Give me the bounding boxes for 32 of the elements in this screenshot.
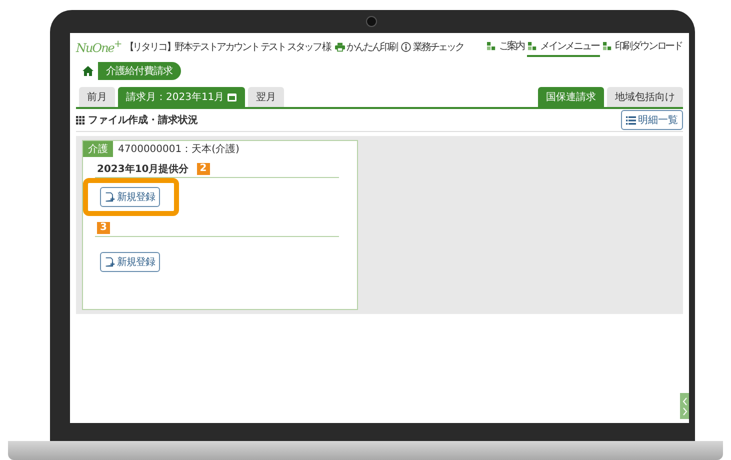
billing-type-tab[interactable]: 地域包括向け bbox=[607, 87, 683, 107]
month-tab[interactable]: 請求月：2023年11月 bbox=[118, 87, 246, 107]
service-tag: 介護 bbox=[83, 141, 113, 157]
new-registration-button[interactable]: 新規登録 bbox=[100, 187, 160, 207]
billing-type-tab[interactable]: 国保連請求 bbox=[538, 87, 604, 107]
month-tab[interactable]: 前月 bbox=[79, 87, 115, 107]
office-name: 4700000001：天本(介護) bbox=[118, 142, 240, 156]
nav-item[interactable]: 印刷ダウンロード bbox=[602, 37, 683, 57]
period-title: 2023年10月提供分 bbox=[97, 162, 189, 176]
info-icon[interactable] bbox=[401, 42, 412, 52]
squares-icon bbox=[528, 42, 537, 50]
section-title: ファイル作成・請求状況 bbox=[88, 114, 198, 127]
grid-icon bbox=[76, 116, 85, 124]
home-icon[interactable] bbox=[82, 65, 94, 77]
nav-item[interactable]: ご案内 bbox=[486, 37, 525, 57]
new-registration-button[interactable]: 新規登録 bbox=[100, 252, 160, 272]
breadcrumb[interactable]: 介護給付費請求 bbox=[98, 62, 180, 80]
easy-print-link[interactable]: かんたん印刷 bbox=[346, 40, 398, 54]
squares-icon bbox=[602, 42, 612, 50]
list-icon bbox=[626, 116, 636, 124]
printer-icon[interactable] bbox=[334, 42, 345, 52]
calendar-icon bbox=[227, 92, 238, 102]
user-name: 【リタリコ】野本テストアカウント テスト スタッフ 様 bbox=[124, 40, 331, 54]
camera-icon bbox=[366, 16, 377, 27]
count-badge: 2 bbox=[196, 162, 210, 174]
detail-list-button[interactable]: 明細一覧 bbox=[621, 110, 683, 130]
month-tab[interactable]: 翌月 bbox=[248, 87, 284, 107]
logo: NuOne$^{+}$ bbox=[76, 39, 122, 55]
squares-icon bbox=[486, 42, 496, 50]
count-badge: 3 bbox=[97, 222, 110, 234]
nav-item[interactable]: メインメニュー bbox=[526, 37, 600, 57]
task-check-link[interactable]: 業務チェック bbox=[413, 40, 464, 54]
